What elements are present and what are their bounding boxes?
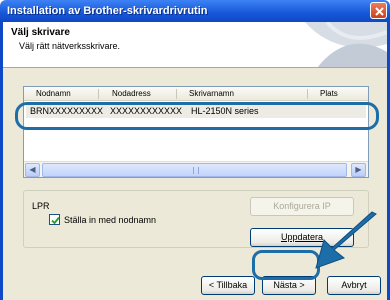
printer-list-header: Nodnamn Nodadress Skrivarnamn Plats xyxy=(24,87,368,101)
wizard-header: Välj skrivare Välj rätt nätverksskrivare… xyxy=(3,22,387,68)
close-button[interactable] xyxy=(370,2,387,19)
close-icon xyxy=(375,7,384,16)
nodename-checkbox-label: Ställa in med nodnamn xyxy=(64,215,157,225)
scroll-right-button[interactable]: ▶ xyxy=(351,163,366,177)
horizontal-scrollbar[interactable]: ◀ ▶ xyxy=(24,161,368,177)
back-button[interactable]: < Tillbaka xyxy=(201,276,255,295)
title-bar: Installation av Brother-skrivardrivrutin xyxy=(0,0,390,22)
pointer-arrow-icon xyxy=(315,211,377,269)
column-header-node-address[interactable]: Nodadress xyxy=(112,89,151,98)
printer-list[interactable]: Nodnamn Nodadress Skrivarnamn Plats BRNX… xyxy=(23,86,369,178)
nodename-checkbox[interactable] xyxy=(49,214,60,225)
chevron-right-icon: ▶ xyxy=(355,165,362,174)
lpr-label: LPR xyxy=(32,201,50,211)
next-button-highlight-outline xyxy=(252,250,320,280)
grip-icon xyxy=(193,167,199,174)
column-header-printer-name[interactable]: Skrivarnamn xyxy=(189,89,234,98)
column-header-node-name[interactable]: Nodnamn xyxy=(36,89,71,98)
scroll-left-button[interactable]: ◀ xyxy=(25,163,40,177)
window-title: Installation av Brother-skrivardrivrutin xyxy=(7,5,208,17)
cancel-button[interactable]: Avbryt xyxy=(327,276,381,295)
row-highlight-outline xyxy=(15,102,379,130)
checkmark-icon xyxy=(51,216,60,225)
wizard-graphic-icon xyxy=(305,22,387,67)
page-title: Välj skrivare xyxy=(11,27,70,38)
column-header-location[interactable]: Plats xyxy=(320,89,338,98)
page-subtitle: Välj rätt nätverksskrivare. xyxy=(19,41,121,51)
chevron-left-icon: ◀ xyxy=(29,165,36,174)
scroll-thumb[interactable] xyxy=(42,163,347,177)
